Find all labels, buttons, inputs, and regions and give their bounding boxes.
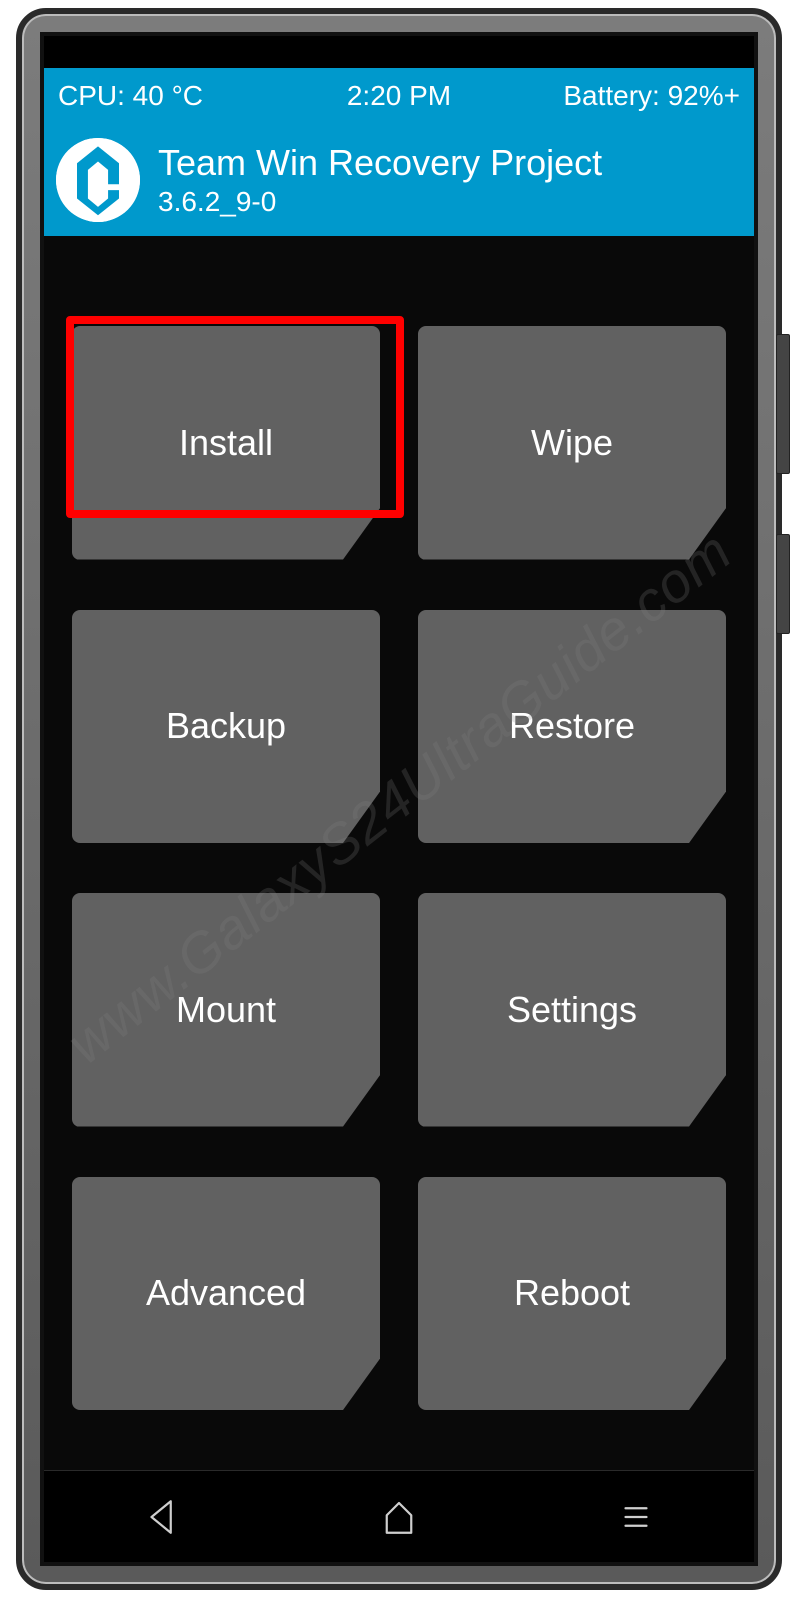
app-title: Team Win Recovery Project (158, 142, 602, 184)
status-cpu: CPU: 40 °C (58, 80, 285, 112)
volume-rocker (776, 334, 790, 474)
home-button[interactable] (373, 1491, 425, 1543)
status-bar: CPU: 40 °C 2:20 PM Battery: 92%+ (44, 68, 754, 124)
device-frame: CPU: 40 °C 2:20 PM Battery: 92%+ Team Wi… (16, 8, 782, 1590)
advanced-button[interactable]: Advanced (72, 1177, 380, 1411)
header-text: Team Win Recovery Project 3.6.2_9-0 (158, 142, 602, 218)
power-button (776, 534, 790, 634)
status-time: 2:20 PM (285, 80, 512, 112)
app-version: 3.6.2_9-0 (158, 186, 602, 218)
app-header: Team Win Recovery Project 3.6.2_9-0 (44, 124, 754, 236)
main-menu-grid: Install Wipe Backup Restore Mount Settin… (44, 236, 754, 1470)
back-icon (141, 1496, 183, 1538)
wipe-button[interactable]: Wipe (418, 326, 726, 560)
twrp-logo-icon (56, 138, 140, 222)
back-button[interactable] (136, 1491, 188, 1543)
menu-icon (615, 1496, 657, 1538)
device-inner: CPU: 40 °C 2:20 PM Battery: 92%+ Team Wi… (40, 32, 758, 1566)
home-icon (378, 1496, 420, 1538)
install-button[interactable]: Install (72, 326, 380, 560)
restore-button[interactable]: Restore (418, 610, 726, 844)
android-nav-bar (44, 1470, 754, 1562)
recents-button[interactable] (610, 1491, 662, 1543)
reboot-button[interactable]: Reboot (418, 1177, 726, 1411)
backup-button[interactable]: Backup (72, 610, 380, 844)
mount-button[interactable]: Mount (72, 893, 380, 1127)
settings-button[interactable]: Settings (418, 893, 726, 1127)
status-battery: Battery: 92%+ (513, 80, 740, 112)
screen: CPU: 40 °C 2:20 PM Battery: 92%+ Team Wi… (44, 68, 754, 1470)
